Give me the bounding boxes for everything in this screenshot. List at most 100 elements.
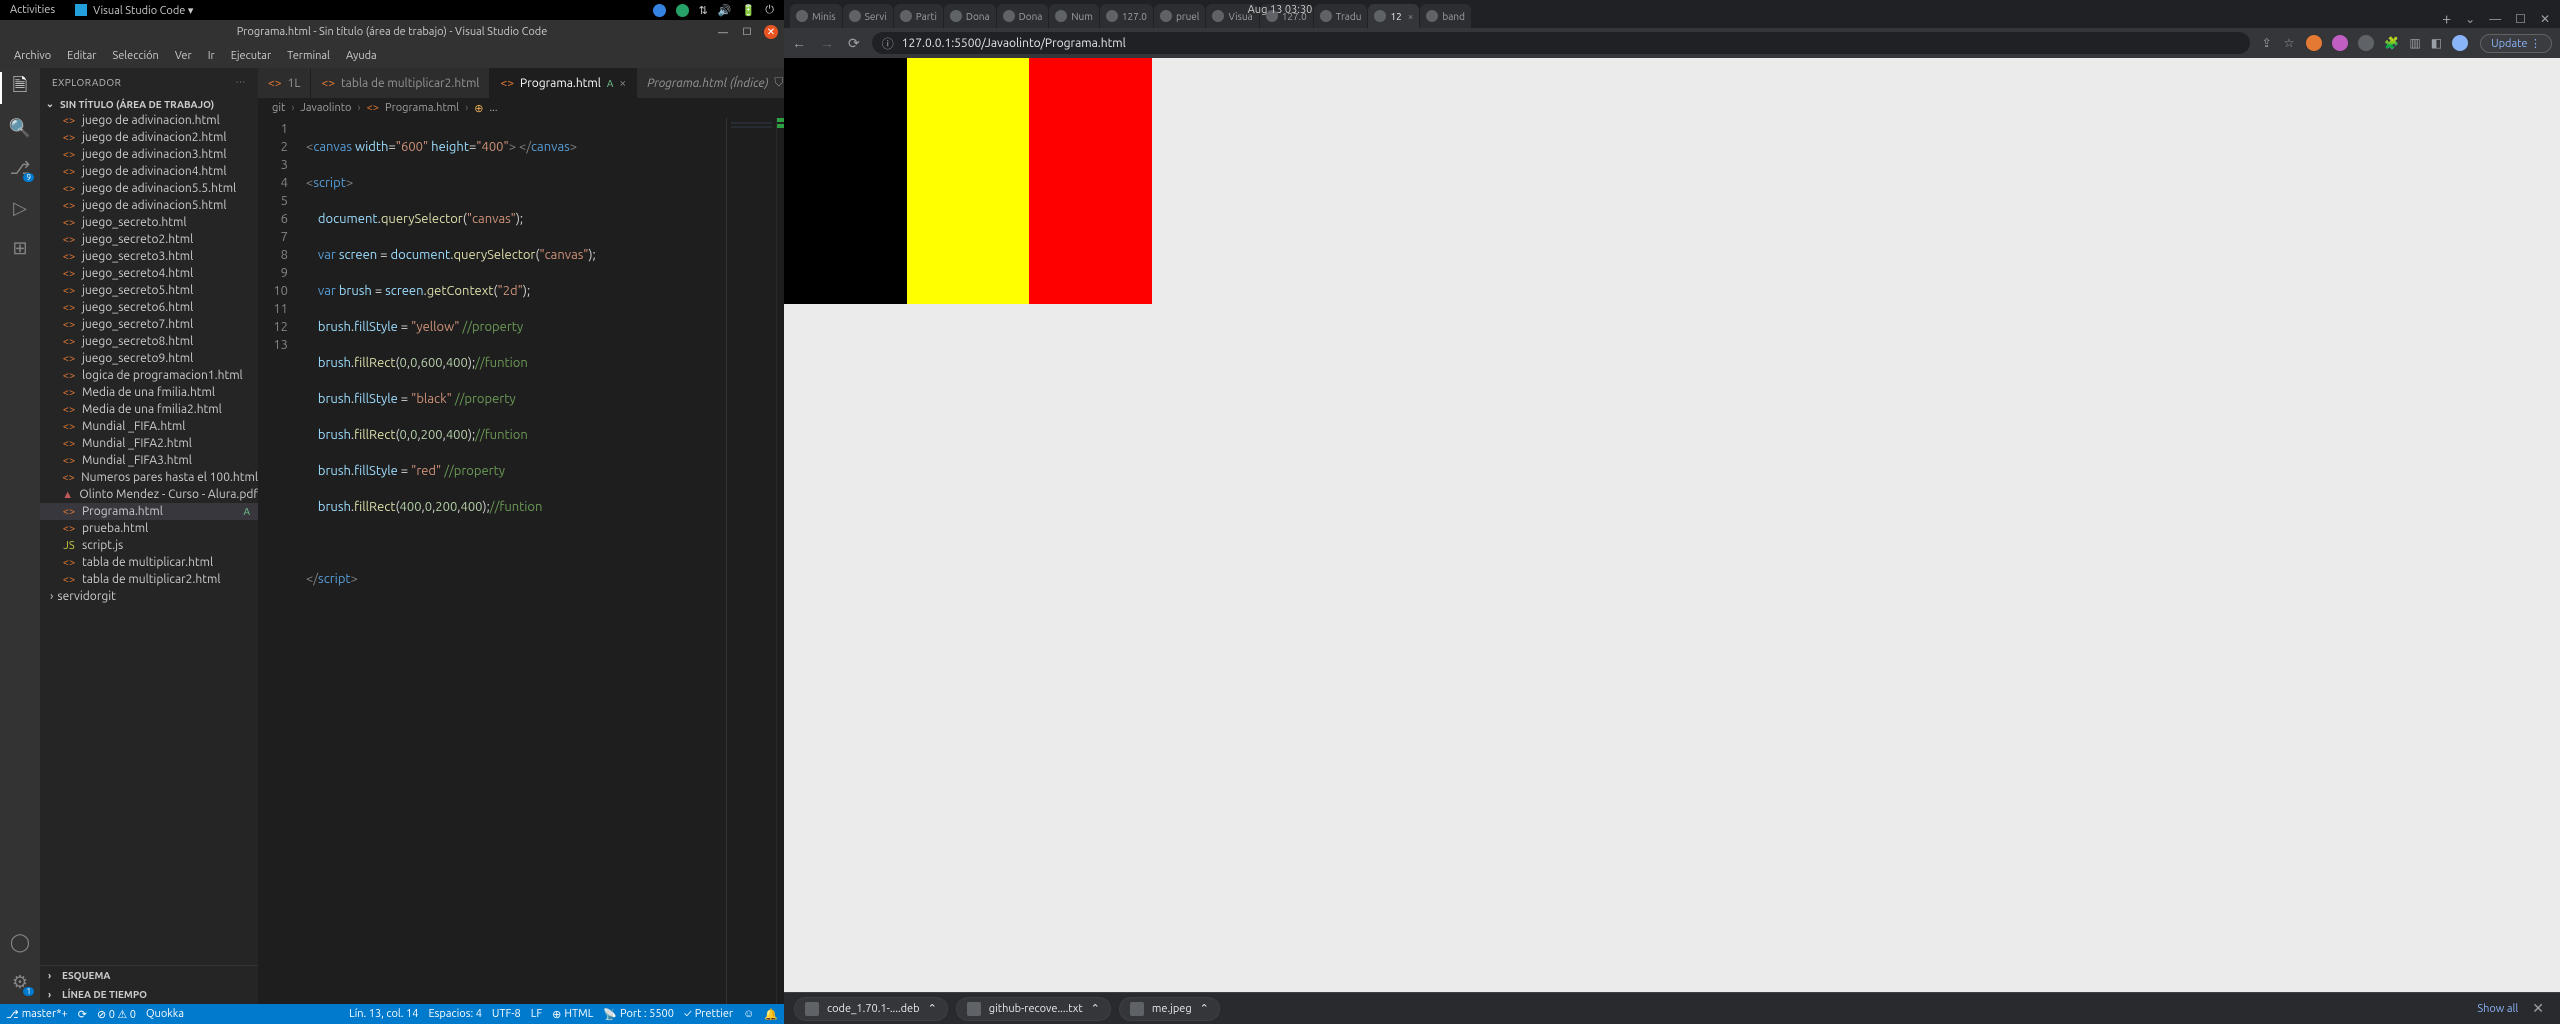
browser-tab[interactable]: 12× (1368, 4, 1419, 28)
file-item[interactable]: <>Programa.htmlA (40, 503, 258, 520)
quokka[interactable]: Quokka (146, 1008, 184, 1020)
file-item[interactable]: <>juego_secreto9.html (40, 350, 258, 367)
active-app[interactable]: Visual Studio Code ▾ (75, 4, 193, 17)
bookmark-icon[interactable]: ☆ (2284, 36, 2295, 50)
file-item[interactable]: <>juego_secreto8.html (40, 333, 258, 350)
file-item[interactable]: <>prueba.html (40, 520, 258, 537)
browser-tab[interactable]: pruel (1154, 4, 1206, 28)
extensions-icon[interactable]: ⊞ (8, 236, 32, 260)
browser-tab[interactable]: band (1420, 4, 1471, 28)
tab-search-icon[interactable]: ⌄ (2465, 12, 2475, 26)
editor-tab[interactable]: <>tabla de multiplicar2.html (311, 68, 490, 98)
file-item[interactable]: <>Media de una fmilia2.html (40, 401, 258, 418)
extension-icon[interactable] (2332, 35, 2348, 51)
file-item[interactable]: <>juego_secreto6.html (40, 299, 258, 316)
close-tab-icon[interactable]: × (619, 77, 626, 90)
code-lines[interactable]: <canvas width="600" height="400"> </canv… (300, 118, 726, 1004)
editor-tab[interactable]: Programa.html (Índice)⛉ (637, 68, 794, 98)
file-item[interactable]: ▲Olinto Mendez - Curso - Alura.pdf (40, 486, 258, 503)
browser-tab[interactable]: Parti (894, 4, 943, 28)
file-item[interactable]: <>juego de adivinacion2.html (40, 129, 258, 146)
file-item[interactable]: <>juego de adivinacion4.html (40, 163, 258, 180)
chevron-up-icon[interactable]: ⌃ (1091, 1002, 1100, 1015)
menu-item[interactable]: Ver (169, 48, 198, 64)
timeline-section[interactable]: LÍNEA DE TIEMPO (40, 985, 258, 1004)
folder-item[interactable]: ›servidorgit (40, 588, 258, 605)
menu-item[interactable]: Terminal (281, 48, 336, 64)
chevron-up-icon[interactable]: ⌃ (928, 1002, 937, 1015)
file-item[interactable]: <>juego_secreto2.html (40, 231, 258, 248)
file-item[interactable]: <>tabla de multiplicar.html (40, 554, 258, 571)
accounts-icon[interactable]: ◯ (8, 930, 32, 954)
browser-tab[interactable]: Minis (790, 4, 842, 28)
explorer-icon[interactable]: 🗎 (8, 76, 32, 100)
volume-icon[interactable]: 🔊 (718, 4, 732, 17)
problems[interactable]: ⊘ 0 ⚠ 0 (97, 1008, 136, 1021)
indent[interactable]: Espacios: 4 (428, 1008, 481, 1020)
file-item[interactable]: <>juego de adivinacion.html (40, 112, 258, 129)
editor-tab[interactable]: <>1L (258, 68, 311, 98)
file-item[interactable]: <>tabla de multiplicar2.html (40, 571, 258, 588)
network-icon[interactable]: ⇅ (699, 4, 708, 17)
show-all-button[interactable]: Show all (2477, 1003, 2518, 1015)
share-icon[interactable]: ⇪ (2262, 36, 2272, 50)
file-item[interactable]: <>juego_secreto5.html (40, 282, 258, 299)
cursor-pos[interactable]: Lín. 13, col. 14 (349, 1008, 418, 1020)
download-item[interactable]: code_1.70.1-....deb⌃ (794, 997, 948, 1021)
settings-icon[interactable]: ⚙1 (8, 970, 32, 994)
file-item[interactable]: <>juego_secreto7.html (40, 316, 258, 333)
file-item[interactable]: <>Media de una fmilia.html (40, 384, 258, 401)
reload-button[interactable]: ⟳ (848, 35, 860, 52)
close-downloads-button[interactable]: ✕ (2526, 1000, 2550, 1017)
file-item[interactable]: <>Mundial _FIFA.html (40, 418, 258, 435)
browser-tab[interactable]: Tradu (1314, 4, 1368, 28)
power-icon[interactable]: ⏻ (765, 4, 774, 17)
live-server[interactable]: 📡 Port : 5500 (603, 1008, 674, 1021)
minimize-button[interactable]: — (716, 25, 730, 39)
browser-tab[interactable]: Dona (944, 4, 996, 28)
reading-list-icon[interactable]: ▥ (2409, 36, 2420, 50)
new-tab-button[interactable]: + (2442, 10, 2451, 28)
close-tab-icon[interactable]: × (1408, 11, 1414, 22)
browser-tab[interactable]: Dona (997, 4, 1049, 28)
bell-icon[interactable]: 🔔 (764, 1008, 778, 1021)
extensions-icon[interactable]: 🧩 (2384, 36, 2399, 50)
extension-icon[interactable] (2358, 35, 2374, 51)
site-info-icon[interactable]: ⓘ (882, 35, 894, 52)
tray-icon[interactable] (653, 4, 666, 17)
menu-item[interactable]: Archivo (8, 48, 57, 64)
file-item[interactable]: <>Numeros pares hasta el 100.html (40, 469, 258, 486)
browser-tab[interactable]: Num (1049, 4, 1098, 28)
update-button[interactable]: Update ⋮ (2480, 34, 2552, 53)
battery-icon[interactable]: 🔋 (742, 4, 756, 17)
editor-tab[interactable]: <>Programa.htmlA× (490, 68, 637, 98)
menu-item[interactable]: Ir (202, 48, 221, 64)
close-button[interactable]: ✕ (764, 25, 778, 39)
forward-button[interactable]: → (820, 35, 834, 52)
chevron-up-icon[interactable]: ⌃ (1200, 1002, 1209, 1015)
file-item[interactable]: <>juego de adivinacion5.html (40, 197, 258, 214)
address-bar[interactable]: ⓘ 127.0.0.1:5500/Javaolinto/Programa.htm… (872, 32, 2250, 54)
encoding[interactable]: UTF-8 (492, 1008, 521, 1020)
workspace-header[interactable]: SIN TÍTULO (ÁREA DE TRABAJO) (40, 96, 258, 112)
menu-item[interactable]: Ejecutar (225, 48, 277, 64)
overview-ruler[interactable] (776, 118, 784, 1004)
file-item[interactable]: <>juego_secreto3.html (40, 248, 258, 265)
menu-item[interactable]: Editar (61, 48, 102, 64)
file-item[interactable]: <>juego_secreto4.html (40, 265, 258, 282)
back-button[interactable]: ← (792, 35, 806, 52)
activities-button[interactable]: Activities (10, 4, 55, 16)
maximize-button[interactable]: ☐ (2515, 12, 2526, 26)
profile-avatar[interactable] (2452, 35, 2468, 51)
menu-item[interactable]: Ayuda (340, 48, 383, 64)
extension-icon[interactable] (2306, 35, 2322, 51)
system-tray[interactable]: ⇅ 🔊 🔋 ⏻ (653, 4, 774, 17)
language-mode[interactable]: ⊕ HTML (552, 1008, 593, 1021)
clock[interactable]: Aug 13 03:30 (1248, 4, 1313, 16)
file-item[interactable]: <>Mundial _FIFA3.html (40, 452, 258, 469)
close-window-button[interactable]: ✕ (2540, 12, 2550, 26)
file-item[interactable]: JSscript.js (40, 537, 258, 554)
file-item[interactable]: <>logica de programacion1.html (40, 367, 258, 384)
breadcrumb[interactable]: git› Javaolinto› <>Programa.html› ⊕... (258, 98, 784, 118)
download-item[interactable]: me.jpeg⌃ (1119, 997, 1220, 1021)
